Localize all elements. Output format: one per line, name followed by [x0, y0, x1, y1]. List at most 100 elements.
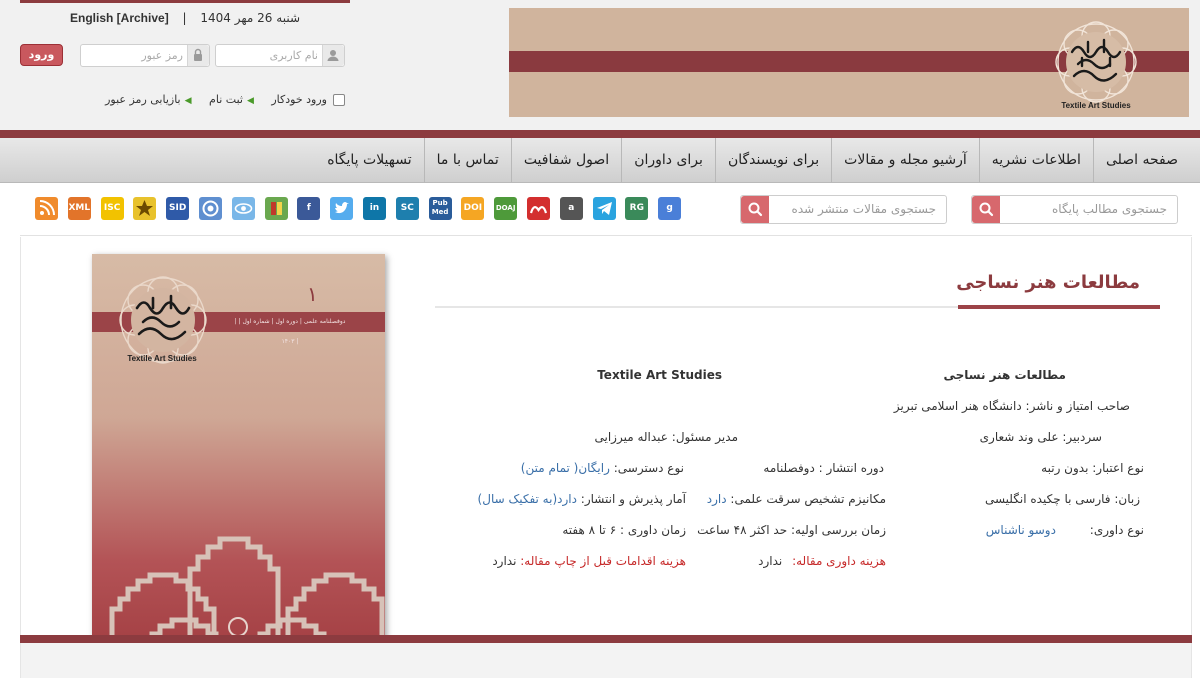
period-value: دوفصلنامه	[763, 461, 815, 475]
doi-icon[interactable]: DOI	[461, 197, 485, 220]
doaj-label: DOAJ	[495, 204, 516, 212]
lang-date-bar: شنبه 26 مهر 1404 | [Archive] English	[20, 8, 350, 28]
nav-item-transparency[interactable]: اصول شفافیت	[510, 138, 621, 183]
search-icon	[979, 202, 994, 217]
publisher-value: دانشگاه هنر اسلامی تبریز	[893, 399, 1022, 413]
nav-item-facilities[interactable]: تسهیلات پایگاه	[315, 138, 423, 183]
review-fee-row: هزینه داوری مقاله: ندارد	[740, 552, 886, 570]
credit-label: نوع اعتبار:	[1092, 461, 1144, 475]
site-header: شنبه 26 مهر 1404 | [Archive] English ورو…	[0, 0, 1200, 130]
sid-icon[interactable]: SID	[166, 197, 190, 220]
researchgate-label: RG	[629, 203, 644, 213]
linkedin-icon[interactable]: in	[362, 197, 386, 220]
language-label: زبان:	[1114, 492, 1140, 506]
articles-search-button[interactable]	[741, 196, 769, 223]
nav-item-journal-info[interactable]: اطلاعات نشریه	[978, 138, 1093, 183]
forgot-password-link[interactable]: ◀بازیابی رمز عبور	[105, 93, 191, 106]
remember-me-checkbox[interactable]	[333, 94, 345, 106]
login-options: ورود خودکار ◀ثبت نام ◀بازیابی رمز عبور	[80, 90, 345, 110]
search-icon	[748, 202, 763, 217]
forgot-password-label: بازیابی رمز عبور	[105, 93, 181, 106]
journal-cover[interactable]: | دوفصلنامه علمی | دوره اول | شماره اول …	[92, 254, 385, 664]
period-row: دوره انتشار : دوفصلنامه	[740, 459, 884, 477]
user-icon	[322, 45, 344, 66]
password-field[interactable]: رمز عبور	[80, 44, 210, 67]
pubmed-label: Pub Med	[431, 199, 449, 216]
username-field[interactable]: نام کاربری	[215, 44, 345, 67]
facebook-icon[interactable]: f	[297, 197, 321, 220]
remember-me-label: ورود خودکار	[271, 93, 327, 106]
cover-issue-number: ۱	[307, 282, 318, 306]
isc-icon[interactable]: ISC	[100, 197, 124, 220]
academia-label: a	[568, 203, 575, 213]
journal-name-fa: مطالعات هنر نساجی	[943, 368, 1066, 382]
password-placeholder: رمز عبور	[141, 49, 183, 62]
register-link[interactable]: ◀ثبت نام	[209, 93, 254, 106]
header-accent-line	[20, 0, 350, 3]
journal-logo[interactable]: Textile Art Studies	[1044, 14, 1148, 117]
review-time-row: زمان داوری : ۶ تا ۸ هفته	[540, 521, 686, 539]
language-row: زبان: فارسی با چکیده انگلیسی	[960, 490, 1140, 508]
linkedin-label: in	[369, 203, 380, 213]
site-search-input[interactable]: جستجوی مطالب پایگاه	[971, 195, 1178, 224]
banner-logo-subtitle: Textile Art Studies	[1061, 101, 1131, 110]
star-logo-icon[interactable]	[133, 197, 157, 220]
cover-logo-icon	[119, 276, 207, 364]
register-label: ثبت نام	[209, 93, 243, 106]
magiran-icon[interactable]	[198, 197, 222, 220]
telegram-icon[interactable]	[592, 197, 616, 220]
plagiarism-row: مکانیزم تشخیص سرقت علمی: دارد	[700, 490, 886, 508]
cover-band-text: | دوفصلنامه علمی | دوره اول | شماره اول …	[234, 318, 346, 345]
editor-value: علی وند شعاری	[979, 430, 1059, 444]
isc-label: ISC	[103, 203, 121, 213]
journal-name-en: Textile Art Studies	[597, 368, 722, 382]
facebook-label: f	[306, 203, 311, 213]
footer-accent-bar	[20, 635, 1192, 643]
main-nav: صفحه اصلی اطلاعات نشریه آرشیو مجله و مقا…	[0, 138, 1200, 183]
eye-icon[interactable]	[231, 197, 255, 220]
english-archive-link[interactable]: [Archive] English	[70, 11, 169, 25]
nav-item-authors[interactable]: برای نویسندگان	[714, 138, 831, 183]
sid-label: SID	[169, 203, 187, 213]
book-icon[interactable]	[264, 197, 288, 220]
nav-item-archive[interactable]: آرشیو مجله و مقالات	[831, 138, 979, 183]
credit-row: نوع اعتبار: بدون رتبه	[1000, 459, 1144, 477]
footer-area	[20, 643, 1192, 678]
review-type-row: نوع داوری: دوسو ناشناس	[980, 521, 1144, 539]
plagiarism-label: مکانیزم تشخیص سرقت علمی:	[730, 492, 886, 506]
print-fee-value: ندارد	[492, 554, 517, 568]
stats-value: دارد(به تفکیک سال)	[477, 492, 577, 506]
google-scholar-label: g	[666, 203, 673, 213]
nav-item-contact[interactable]: تماس با ما	[423, 138, 511, 183]
mendeley-icon[interactable]	[526, 197, 550, 220]
doaj-icon[interactable]: DOAJ	[494, 197, 518, 220]
language-value: فارسی با چکیده انگلیسی	[984, 492, 1111, 506]
academia-icon[interactable]: a	[559, 197, 583, 220]
articles-search-input[interactable]: جستجوی مقالات منتشر شده	[740, 195, 947, 224]
journal-title: مطالعات هنر نساجی	[956, 272, 1140, 293]
cover-subtitle: Textile Art Studies	[127, 354, 197, 363]
site-search-button[interactable]	[972, 196, 1000, 223]
pubmed-icon[interactable]: Pub Med	[428, 197, 452, 220]
google-scholar-icon[interactable]: g	[658, 197, 682, 220]
nav-item-home[interactable]: صفحه اصلی	[1092, 138, 1190, 183]
site-search-placeholder: جستجوی مطالب پایگاه	[1052, 202, 1167, 216]
scopus-icon[interactable]: SC	[395, 197, 419, 220]
xml-label: XML	[68, 203, 91, 213]
xml-icon[interactable]: XML	[67, 197, 91, 220]
nav-item-reviewers[interactable]: برای داوران	[621, 138, 715, 183]
manager-row: مدیر مسئول: عبداله میرزایی	[560, 428, 738, 446]
arrow-left-icon: ◀	[184, 96, 192, 106]
username-placeholder: نام کاربری	[269, 49, 318, 62]
rss-icon[interactable]	[35, 197, 58, 220]
researchgate-icon[interactable]: RG	[625, 197, 649, 220]
initial-review-value: حد اکثر ۴۸ ساعت	[697, 523, 788, 537]
review-time-label: زمان داوری :	[619, 523, 686, 537]
twitter-icon[interactable]	[330, 197, 354, 220]
indexing-icon-row: XML ISC SID f in SC Pub Med DOI DOAJ a RG g	[35, 197, 691, 221]
login-button[interactable]: ورود	[20, 44, 63, 66]
plagiarism-value: دارد	[706, 492, 727, 506]
print-fee-label: هزینه اقدامات قبل از چاپ مقاله:	[520, 554, 686, 568]
credit-value: بدون رتبه	[1041, 461, 1089, 475]
review-fee-label: هزینه داوری مقاله:	[792, 554, 886, 568]
